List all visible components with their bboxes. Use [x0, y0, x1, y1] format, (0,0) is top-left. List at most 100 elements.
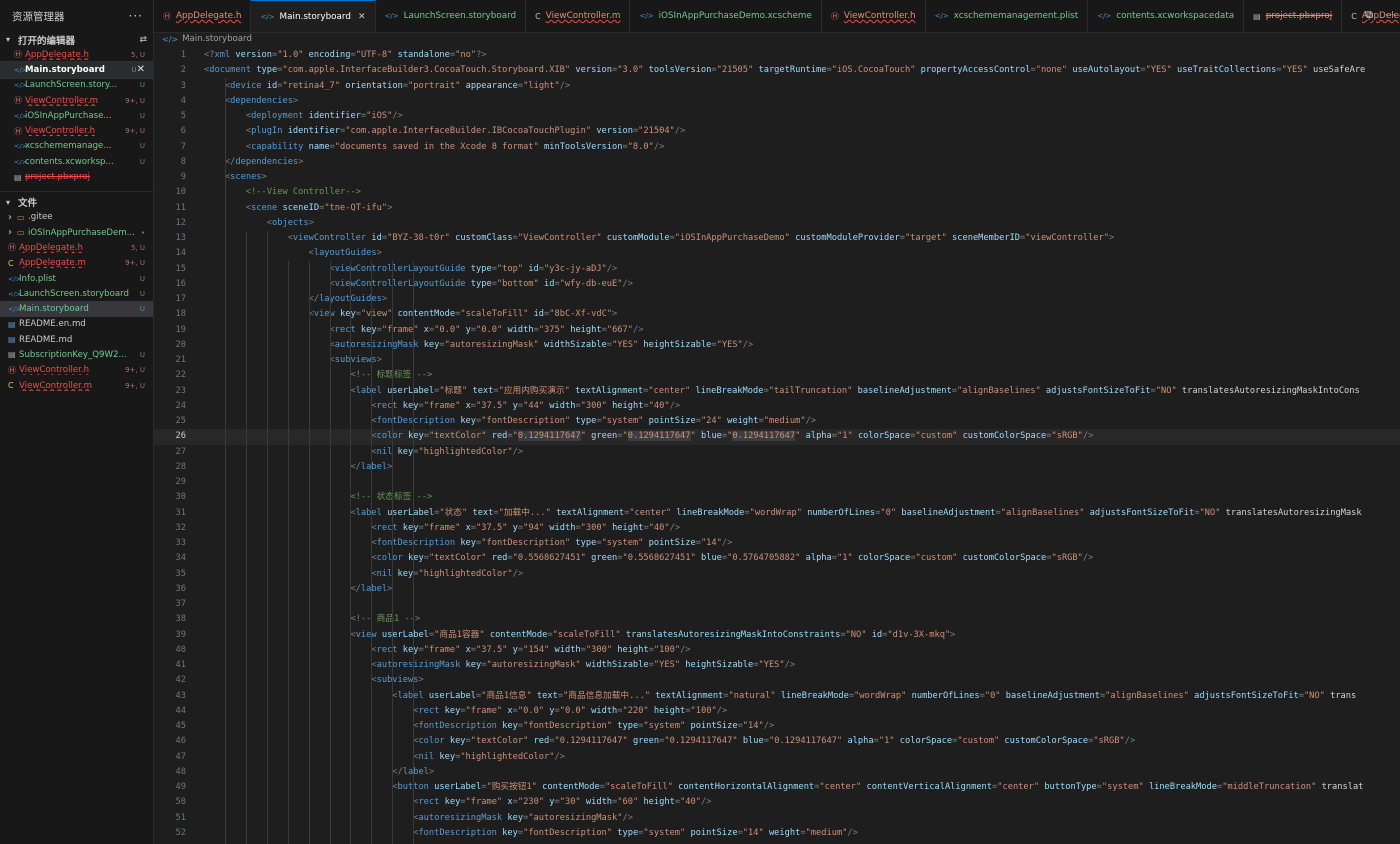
code-line[interactable]: 38 <!-- 商品1 -->: [154, 612, 1400, 627]
code-text: <?xml version="1.0" encoding="UTF-8" sta…: [204, 50, 487, 60]
file-tree-item[interactable]: C AppDelegate.m 9+, U: [0, 256, 153, 271]
file-tree-item[interactable]: Ⓗ ViewController.h 9+, U: [0, 363, 153, 378]
file-tree-item[interactable]: </> Info.plist U: [0, 271, 153, 286]
open-editor-item[interactable]: Ⓗ AppDelegate.h 5, U: [0, 47, 153, 62]
code-line[interactable]: 30 <!-- 状态标签 -->: [154, 490, 1400, 505]
split-editor-icon[interactable]: ⧉: [1365, 8, 1373, 22]
open-editor-item[interactable]: </> Main.storyboard U ✕: [0, 61, 153, 79]
code-line[interactable]: 39 <view userLabel="商品1容器" contentMode="…: [154, 628, 1400, 643]
code-line[interactable]: 24 <rect key="frame" x="37.5" y="44" wid…: [154, 399, 1400, 414]
file-tree-item[interactable]: </> LaunchScreen.storyboard U: [0, 286, 153, 301]
code-line[interactable]: 13 <viewController id="BYZ-38-t0r" custo…: [154, 231, 1400, 246]
more-actions-icon[interactable]: ···: [129, 9, 143, 23]
editor-tab[interactable]: C ViewController.m: [526, 0, 631, 32]
code-line[interactable]: 25 <fontDescription key="fontDescription…: [154, 414, 1400, 429]
file-code-icon: </>: [639, 12, 654, 20]
code-line[interactable]: 31 <label userLabel="状态" text="加载中..." t…: [154, 506, 1400, 521]
close-icon[interactable]: ✕: [358, 12, 366, 22]
code-line[interactable]: 50 <rect key="frame" x="230" y="30" widt…: [154, 795, 1400, 810]
editor-tab[interactable]: </> Main.storyboard ✕: [251, 0, 376, 32]
code-line[interactable]: 7 <capability name="documents saved in t…: [154, 140, 1400, 155]
editor-tab[interactable]: ▤ project.pbxproj: [1244, 0, 1343, 32]
code-line[interactable]: 20 <autoresizingMask key="autoresizingMa…: [154, 338, 1400, 353]
code-line[interactable]: 9 <scenes>: [154, 170, 1400, 185]
open-editors-section[interactable]: ▾ 打开的编辑器 ⇄: [0, 32, 153, 47]
code-line[interactable]: 37: [154, 597, 1400, 612]
open-editor-item[interactable]: </> contents.xcworksp... U: [0, 154, 153, 169]
code-line[interactable]: 17 </layoutGuides>: [154, 292, 1400, 307]
code-line[interactable]: 4 <dependencies>: [154, 94, 1400, 109]
code-line[interactable]: 45 <fontDescription key="fontDescription…: [154, 719, 1400, 734]
code-line[interactable]: 3 <device id="retina4_7" orientation="po…: [154, 79, 1400, 94]
code-line[interactable]: 28 </label>: [154, 460, 1400, 475]
open-editor-item[interactable]: </> xcschememanage... U: [0, 139, 153, 154]
c-source-icon: C: [8, 381, 14, 391]
code-line[interactable]: 35 <nil key="highlightedColor"/>: [154, 567, 1400, 582]
file-tree-item[interactable]: › ▭ .gitee: [0, 210, 153, 225]
code-line[interactable]: 43 <label userLabel="商品1信息" text="商品信息加载…: [154, 689, 1400, 704]
editor-tab[interactable]: </> xcschememanagement.plist: [926, 0, 1089, 32]
editor-tab[interactable]: </> LaunchScreen.storyboard: [376, 0, 527, 32]
editor-tab[interactable]: Ⓗ AppDelegate.h: [154, 0, 252, 32]
close-icon[interactable]: ✕: [137, 64, 145, 75]
breadcrumb-file[interactable]: Main.storyboard: [182, 34, 252, 44]
code-line[interactable]: 8 </dependencies>: [154, 155, 1400, 170]
code-line[interactable]: 48 </label>: [154, 765, 1400, 780]
file-tree-item[interactable]: ▤ README.en.md: [0, 317, 153, 332]
code-line[interactable]: 14 <layoutGuides>: [154, 246, 1400, 261]
code-editor[interactable]: 1 <?xml version="1.0" encoding="UTF-8" st…: [154, 48, 1400, 844]
code-line[interactable]: 41 <autoresizingMask key="autoresizingMa…: [154, 658, 1400, 673]
code-line[interactable]: 23 <label userLabel="标题" text="应用内购买演示" …: [154, 384, 1400, 399]
code-line[interactable]: 33 <fontDescription key="fontDescription…: [154, 536, 1400, 551]
code-line[interactable]: 46 <color key="textColor" red="0.1294117…: [154, 734, 1400, 749]
code-line[interactable]: 49 <button userLabel="购买按钮1" contentMode…: [154, 780, 1400, 795]
code-line[interactable]: 19 <rect key="frame" x="0.0" y="0.0" wid…: [154, 323, 1400, 338]
code-line[interactable]: 36 </label>: [154, 582, 1400, 597]
code-line[interactable]: 5 <deployment identifier="iOS"/>: [154, 109, 1400, 124]
code-line[interactable]: 27 <nil key="highlightedColor"/>: [154, 445, 1400, 460]
code-line[interactable]: 12 <objects>: [154, 216, 1400, 231]
open-editor-item[interactable]: </> LaunchScreen.story... U: [0, 78, 153, 93]
file-tree-item[interactable]: ▤ README.md: [0, 332, 153, 347]
code-line[interactable]: 1 <?xml version="1.0" encoding="UTF-8" st…: [154, 48, 1400, 63]
code-line[interactable]: 16 <viewControllerLayoutGuide type="bott…: [154, 277, 1400, 292]
code-line[interactable]: 29: [154, 475, 1400, 490]
editor-tab[interactable]: </> contents.xcworkspacedata: [1088, 0, 1245, 32]
code-line[interactable]: 51 <autoresizingMask key="autoresizingMa…: [154, 811, 1400, 826]
code-line[interactable]: 18 <view key="view" contentMode="scaleTo…: [154, 307, 1400, 322]
files-section[interactable]: ▾ 文件: [0, 195, 153, 210]
code-text: <!-- 商品1 -->: [350, 614, 421, 625]
code-line[interactable]: 15 <viewControllerLayoutGuide type="top"…: [154, 262, 1400, 277]
line-number: 51: [175, 812, 186, 823]
open-editor-item[interactable]: </> iOSInAppPurchase... U: [0, 108, 153, 123]
file-tree-item[interactable]: › ▭ iOSInAppPurchaseDem... •: [0, 225, 153, 240]
file-tree-item[interactable]: Ⓗ AppDelegate.h 5, U: [0, 240, 153, 255]
code-line[interactable]: 21 <subviews>: [154, 353, 1400, 368]
code-line[interactable]: 11 <scene sceneID="tne-QT-ifu">: [154, 201, 1400, 216]
code-line[interactable]: 26 <color key="textColor" red="0.1294117…: [154, 429, 1400, 445]
open-editor-status: U: [139, 142, 145, 151]
code-line[interactable]: 44 <rect key="frame" x="0.0" y="0.0" wid…: [154, 704, 1400, 719]
file-tree-item[interactable]: ▤ SubscriptionKey_Q9W2... U: [0, 347, 153, 362]
line-number: 44: [175, 705, 186, 716]
file-tree-item[interactable]: </> Main.storyboard U: [0, 301, 153, 317]
open-editor-item[interactable]: ▤ project.pbxproj: [0, 169, 153, 184]
toggle-layout-icon[interactable]: ⇄: [139, 35, 147, 45]
code-line[interactable]: 42 <subviews>: [154, 673, 1400, 688]
code-line[interactable]: 32 <rect key="frame" x="37.5" y="94" wid…: [154, 521, 1400, 536]
code-line[interactable]: 10 <!--View Controller-->: [154, 185, 1400, 200]
editor-tab[interactable]: </> iOSInAppPurchaseDemo.xcscheme: [630, 0, 822, 32]
editor-tab[interactable]: Ⓗ ViewController.h: [822, 0, 926, 32]
code-line[interactable]: 34 <color key="textColor" red="0.5568627…: [154, 551, 1400, 566]
code-line[interactable]: 52 <fontDescription key="fontDescription…: [154, 826, 1400, 841]
code-line[interactable]: 22 <!-- 标题标签 -->: [154, 368, 1400, 383]
code-line[interactable]: 47 <nil key="highlightedColor"/>: [154, 750, 1400, 765]
code-line[interactable]: 40 <rect key="frame" x="37.5" y="154" wi…: [154, 643, 1400, 658]
code-line[interactable]: 2 <document type="com.apple.InterfaceBuil…: [154, 63, 1400, 78]
open-editor-item[interactable]: Ⓗ ViewController.m 9+, U: [0, 93, 153, 108]
line-number: 39: [175, 629, 186, 640]
file-tree-item[interactable]: C ViewController.m 9+, U: [0, 378, 153, 393]
code-line[interactable]: 6 <plugIn identifier="com.apple.Interfac…: [154, 124, 1400, 139]
more-actions-icon[interactable]: ⋯: [1385, 8, 1396, 22]
open-editor-item[interactable]: Ⓗ ViewController.h 9+, U: [0, 123, 153, 138]
